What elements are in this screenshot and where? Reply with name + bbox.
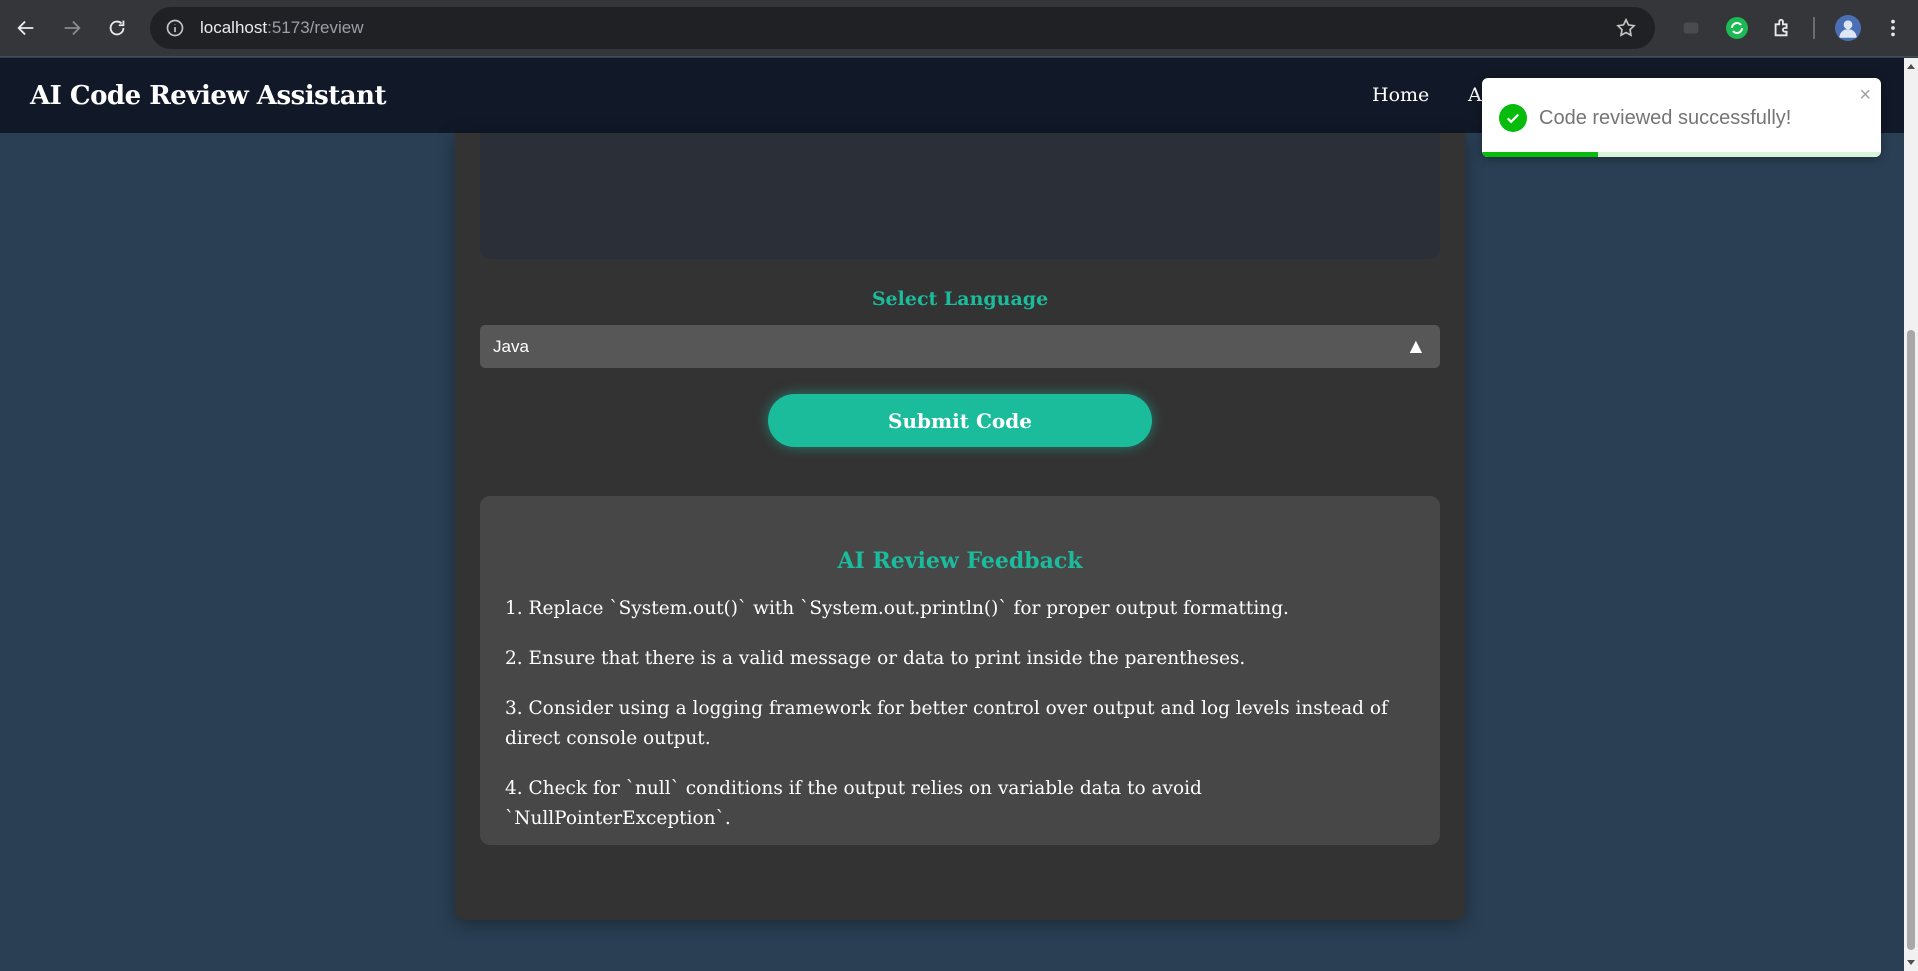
feedback-item: 4. Check for `null` conditions if the ou… <box>505 778 1202 829</box>
nav-home-link[interactable]: Home <box>1372 84 1429 106</box>
language-selected-value: Java <box>493 336 529 356</box>
forward-icon[interactable] <box>54 10 90 46</box>
ai-feedback-panel: AI Review Feedback 1. Replace `System.ou… <box>480 496 1440 845</box>
address-bar[interactable]: localhost:5173/review <box>150 7 1655 49</box>
close-icon[interactable]: × <box>1859 84 1871 107</box>
site-info-icon[interactable] <box>164 17 186 39</box>
back-icon[interactable] <box>8 10 44 46</box>
extension-dim-icon[interactable] <box>1678 15 1704 41</box>
app-title: AI Code Review Assistant <box>30 80 387 111</box>
extensions-puzzle-icon[interactable] <box>1769 15 1795 41</box>
browser-toolbar: localhost:5173/review <box>0 0 1918 57</box>
success-toast[interactable]: Code reviewed successfully! × <box>1482 78 1881 157</box>
browser-menu-icon[interactable] <box>1880 15 1906 41</box>
check-circle-icon <box>1499 104 1527 132</box>
scroll-down-arrow-icon[interactable] <box>1907 960 1915 965</box>
submit-code-button[interactable]: Submit Code <box>768 394 1152 447</box>
language-label: Select Language <box>871 288 1049 310</box>
bookmark-star-icon[interactable] <box>1615 17 1637 39</box>
profile-avatar[interactable] <box>1835 15 1861 41</box>
feedback-title: AI Review Feedback <box>837 548 1083 574</box>
scrollbar-thumb[interactable] <box>1907 330 1915 950</box>
url-text: localhost:5173/review <box>200 18 364 37</box>
toast-message: Code reviewed successfully! <box>1539 107 1792 129</box>
dropdown-arrow-icon: ▲ <box>1409 336 1422 355</box>
reload-icon[interactable] <box>99 10 135 46</box>
page-scrollbar[interactable] <box>1904 58 1918 971</box>
code-input-area[interactable] <box>480 133 1440 259</box>
nav-link-partial[interactable]: A <box>1468 84 1482 106</box>
toast-progress-bar <box>1482 152 1598 157</box>
feedback-item: 1. Replace `System.out()` with `System.o… <box>505 598 1289 619</box>
feedback-item: 3. Consider using a logging framework fo… <box>505 698 1388 749</box>
language-select[interactable]: Java ▲ <box>480 325 1440 368</box>
toolbar-separator <box>1813 17 1815 39</box>
extension-sync-icon[interactable] <box>1724 15 1750 41</box>
scroll-up-arrow-icon[interactable] <box>1907 64 1915 69</box>
feedback-item: 2. Ensure that there is a valid message … <box>505 648 1246 669</box>
